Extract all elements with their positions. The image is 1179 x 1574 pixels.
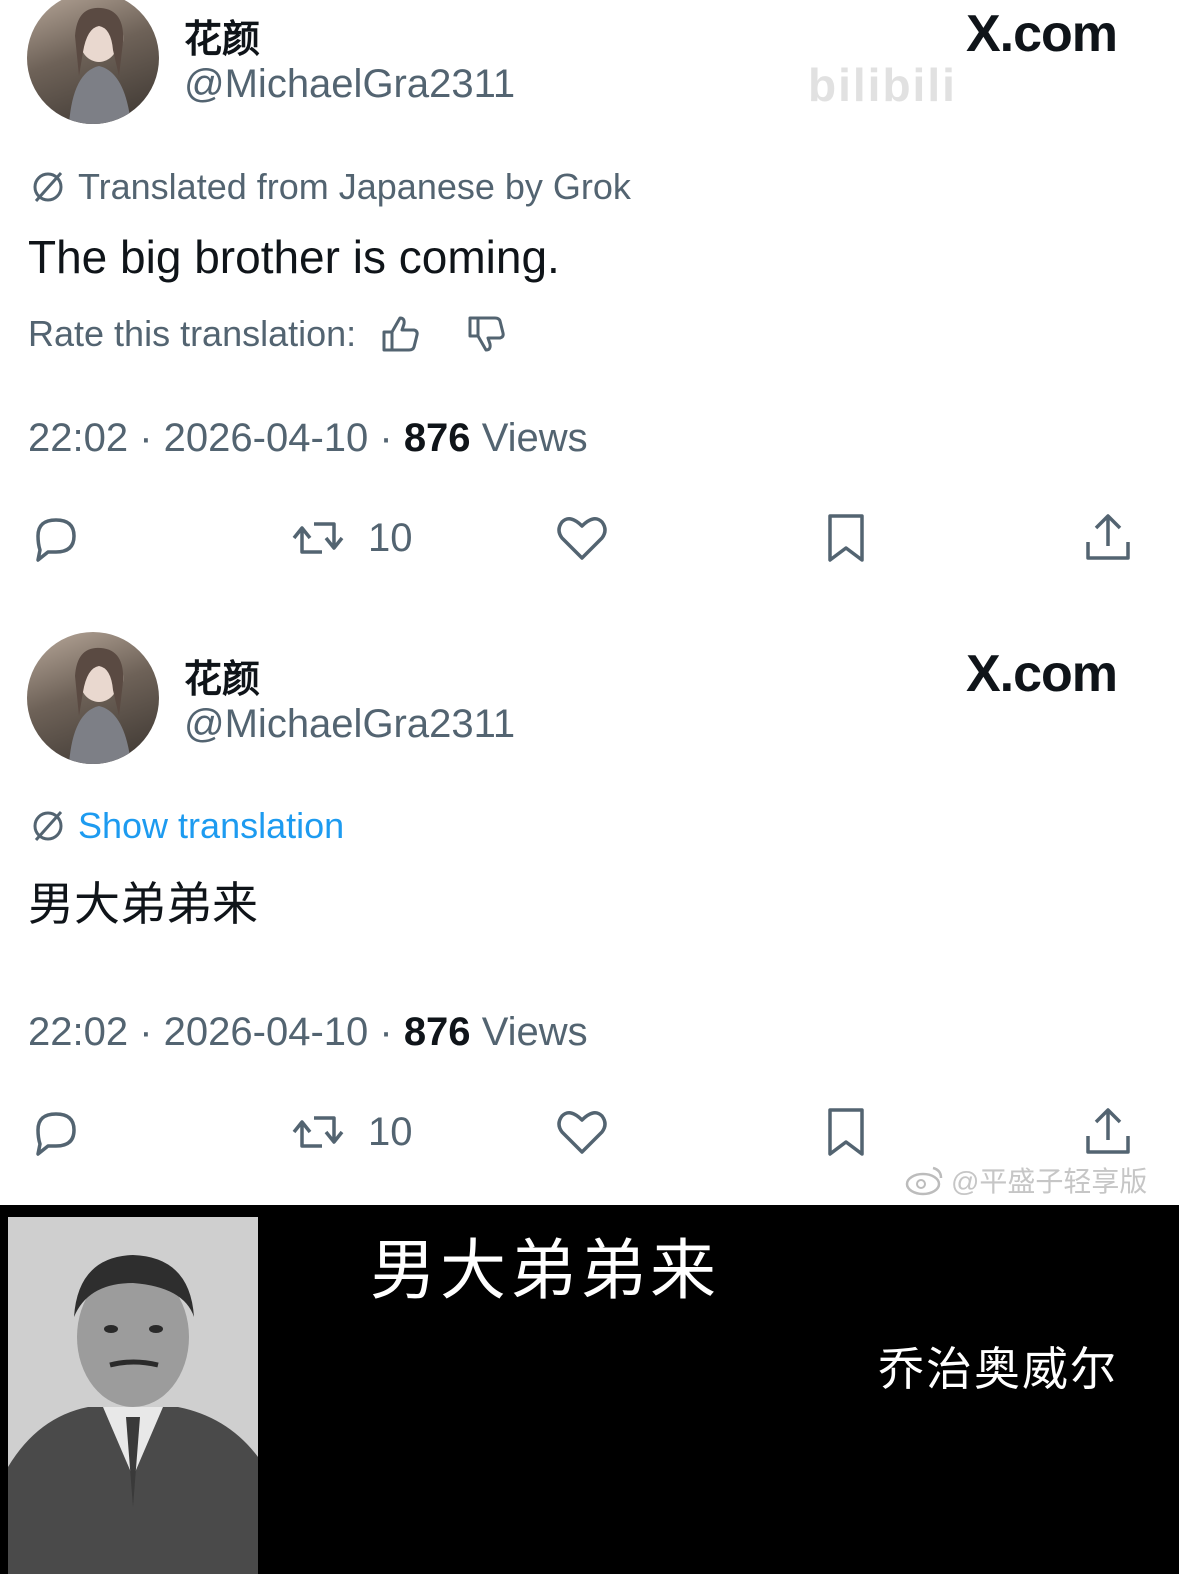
user-handle[interactable]: @MichaelGra2311: [184, 62, 515, 107]
views-count: 876: [403, 1010, 471, 1054]
translation-notice: Translated from Japanese by Grok: [28, 166, 631, 208]
bookmark-icon: [828, 1108, 864, 1156]
avatar[interactable]: [27, 0, 159, 124]
portrait-photo: [8, 1217, 258, 1574]
like-button[interactable]: [552, 1102, 612, 1162]
translate-icon: [33, 811, 63, 841]
views-label: Views: [481, 416, 588, 460]
tweet-text: 男大弟弟来: [28, 877, 258, 931]
action-bar: 10: [0, 508, 1179, 572]
meme-caption: 男大弟弟来: [370, 1232, 720, 1309]
reply-button[interactable]: [26, 1102, 86, 1162]
action-bar: 10: [0, 1102, 1179, 1166]
avatar[interactable]: [27, 632, 159, 764]
share-icon: [1086, 514, 1130, 560]
weibo-watermark: @平盛子轻享版: [905, 1160, 1147, 1200]
like-button[interactable]: [552, 508, 612, 568]
rate-label: Rate this translation:: [28, 313, 357, 354]
views-label: Views: [481, 1010, 588, 1054]
meme-panel: 男大弟弟来 乔治奥威尔: [0, 1205, 1179, 1574]
bookmark-icon: [828, 514, 864, 562]
x-logo: X.com: [965, 5, 1118, 63]
rate-translation: Rate this translation:: [28, 312, 508, 356]
retweet-button[interactable]: 10: [288, 1102, 413, 1162]
like-icon: [557, 517, 607, 560]
translate-icon: [33, 172, 63, 202]
show-translation[interactable]: Show translation: [28, 805, 344, 847]
tweet-original: 花颜 @MichaelGra2311 X.com Show translatio…: [0, 630, 1179, 1205]
x-logo: X.com: [965, 645, 1118, 703]
weibo-logo-icon: [905, 1166, 943, 1196]
tweet-date[interactable]: 2026-04-10: [164, 416, 369, 460]
user-handle[interactable]: @MichaelGra2311: [184, 702, 515, 747]
tweet-meta: 22:02 · 2026-04-10 · 876 Views: [28, 416, 588, 460]
display-name[interactable]: 花颜: [184, 8, 260, 63]
share-button[interactable]: [1078, 508, 1138, 568]
retweet-count: 10: [368, 515, 413, 560]
reply-button[interactable]: [26, 508, 86, 568]
bilibili-watermark: bilibili: [808, 59, 957, 111]
bookmark-button[interactable]: [816, 1102, 876, 1162]
translation-notice-text: Translated from Japanese by Grok: [78, 166, 631, 207]
show-translation-link[interactable]: Show translation: [78, 805, 344, 847]
retweet-icon: [292, 522, 344, 554]
retweet-count: 10: [368, 1109, 413, 1154]
tweet-time[interactable]: 22:02: [28, 1010, 128, 1054]
tweet-translated: 花颜 @MichaelGra2311 X.com bilibili Transl…: [0, 0, 1179, 600]
share-button[interactable]: [1078, 1102, 1138, 1162]
reply-icon: [36, 518, 76, 562]
thumbs-up-icon[interactable]: [378, 312, 422, 356]
retweet-button[interactable]: 10: [288, 508, 413, 568]
thumbs-down-icon[interactable]: [464, 312, 508, 356]
meme-attribution: 乔治奥威尔: [878, 1342, 1118, 1396]
like-icon: [557, 1111, 607, 1154]
weibo-watermark-text: @平盛子轻享版: [951, 1166, 1148, 1197]
tweet-meta: 22:02 · 2026-04-10 · 876 Views: [28, 1010, 588, 1054]
reply-icon: [36, 1112, 76, 1156]
tweet-date[interactable]: 2026-04-10: [164, 1010, 369, 1054]
display-name[interactable]: 花颜: [184, 648, 260, 703]
share-icon: [1086, 1108, 1130, 1154]
views-count: 876: [403, 416, 471, 460]
retweet-icon: [292, 1116, 344, 1148]
tweet-text: The big brother is coming.: [28, 231, 560, 283]
bookmark-button[interactable]: [816, 508, 876, 568]
tweet-time[interactable]: 22:02: [28, 416, 128, 460]
